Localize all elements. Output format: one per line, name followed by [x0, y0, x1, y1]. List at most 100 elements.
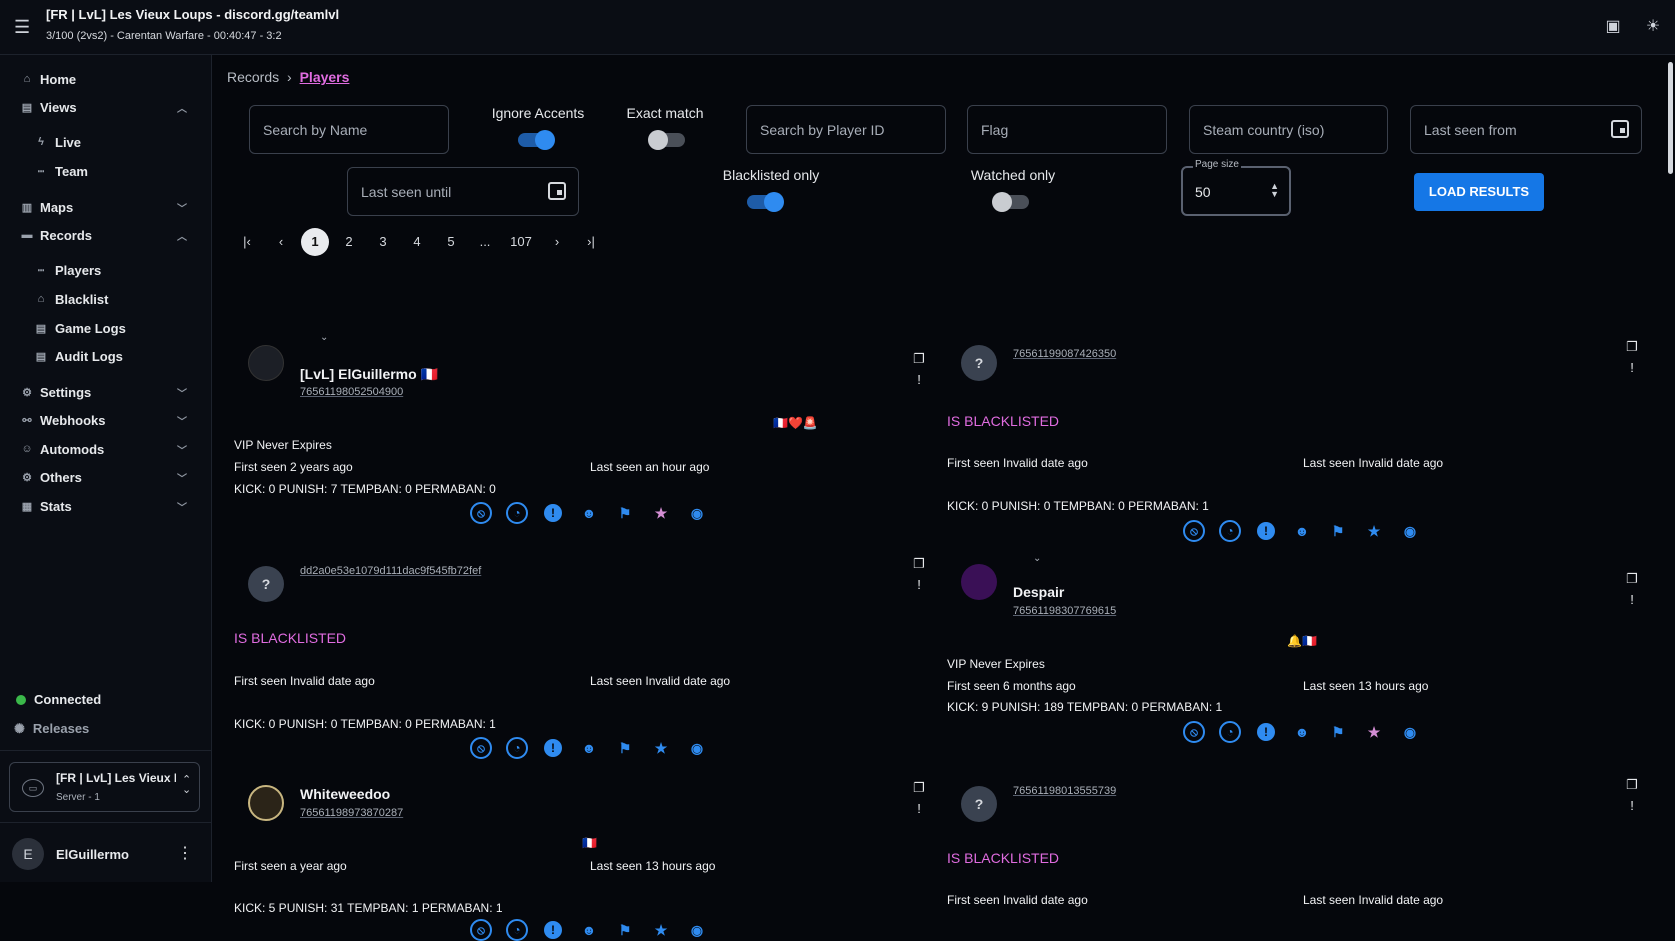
sidebar-item-players[interactable]: ⵈ Players: [0, 257, 212, 283]
copy-icon[interactable]: ❐: [912, 350, 926, 368]
avatar[interactable]: ?: [248, 566, 284, 602]
person-check-icon[interactable]: ☻: [1291, 721, 1313, 743]
clock-icon[interactable]: ◔: [506, 502, 528, 524]
player-id[interactable]: 76561199087426350: [1013, 348, 1116, 360]
fullscreen-icon[interactable]: ▣: [1603, 17, 1623, 37]
avatar[interactable]: [248, 345, 284, 381]
star-icon[interactable]: ★: [650, 502, 672, 524]
page-size-select[interactable]: Page size 50 ▲ ▼: [1181, 159, 1291, 216]
user-profile[interactable]: E ElGuillermo: [12, 838, 129, 870]
sidebar-item-automods[interactable]: ☺ Automods ﹀: [0, 436, 212, 462]
person-check-icon[interactable]: ☻: [1291, 520, 1313, 542]
block-icon[interactable]: ⦸: [470, 919, 492, 941]
more-vert-icon[interactable]: ⋮: [177, 846, 193, 862]
breadcrumb-players[interactable]: Players: [300, 69, 350, 85]
page-button[interactable]: 3: [366, 228, 400, 256]
player-id[interactable]: 76561198973870287: [300, 807, 403, 819]
eye-icon[interactable]: ◉: [1399, 520, 1421, 542]
flag-icon[interactable]: ⚑: [614, 737, 636, 759]
last-seen-from-input[interactable]: Last seen from: [1410, 105, 1642, 154]
alert-icon[interactable]: !: [1257, 723, 1275, 741]
copy-icon[interactable]: ❐: [912, 555, 926, 573]
avatar[interactable]: [248, 785, 284, 821]
eye-icon[interactable]: ◉: [686, 737, 708, 759]
last-page-icon[interactable]: ›|: [574, 228, 608, 256]
sidebar-item-others[interactable]: ⚙ Others ﹀: [0, 464, 212, 490]
comment-alert-icon[interactable]: !: [1625, 359, 1639, 377]
search-player-id-input[interactable]: Search by Player ID: [746, 105, 946, 154]
steam-country-input[interactable]: Steam country (iso): [1189, 105, 1388, 154]
ignore-accents-toggle[interactable]: [518, 130, 555, 150]
next-page-icon[interactable]: ›: [540, 228, 574, 256]
sidebar-item-stats[interactable]: ▦ Stats ﹀: [0, 493, 212, 519]
avatar[interactable]: ?: [961, 345, 997, 381]
sidebar-item-live[interactable]: ϟ Live: [0, 129, 212, 155]
copy-icon[interactable]: ❐: [1625, 570, 1639, 588]
chevron-down-icon[interactable]: ⌄: [1033, 553, 1041, 564]
flag-icon[interactable]: ⚑: [614, 502, 636, 524]
player-id[interactable]: dd2a0e53e1079d111dac9f545fb72fef: [300, 565, 481, 577]
sidebar-item-audit-logs[interactable]: ▤ Audit Logs: [0, 343, 212, 369]
eye-icon[interactable]: ◉: [686, 502, 708, 524]
sidebar-item-settings[interactable]: ⚙ Settings ﹀: [0, 379, 212, 405]
alert-icon[interactable]: !: [544, 504, 562, 522]
search-name-input[interactable]: Search by Name: [249, 105, 449, 154]
chevron-down-icon[interactable]: ⌄: [320, 332, 328, 343]
star-icon[interactable]: ★: [650, 919, 672, 941]
copy-icon[interactable]: ❐: [1625, 776, 1639, 794]
eye-icon[interactable]: ◉: [686, 919, 708, 941]
scrollbar[interactable]: [1668, 62, 1673, 174]
page-button[interactable]: 107: [502, 228, 540, 256]
block-icon[interactable]: ⦸: [1183, 520, 1205, 542]
sidebar-item-views[interactable]: ▤ Views ︿: [0, 94, 212, 120]
alert-icon[interactable]: !: [1257, 522, 1275, 540]
alert-icon[interactable]: !: [544, 739, 562, 757]
person-check-icon[interactable]: ☻: [578, 502, 600, 524]
clock-icon[interactable]: ◔: [1219, 520, 1241, 542]
eye-icon[interactable]: ◉: [1399, 721, 1421, 743]
server-switcher[interactable]: ▭ [FR | LvL] Les Vieux L Server - 1 ⌃ ⌄: [9, 762, 200, 812]
page-button[interactable]: 5: [434, 228, 468, 256]
flag-icon[interactable]: ⚑: [1327, 721, 1349, 743]
releases-link[interactable]: ✺ Releases: [14, 721, 97, 737]
page-button[interactable]: 4: [400, 228, 434, 256]
breadcrumb-records[interactable]: Records: [227, 69, 279, 85]
person-check-icon[interactable]: ☻: [578, 919, 600, 941]
watched-only-toggle[interactable]: [992, 192, 1029, 212]
block-icon[interactable]: ⦸: [470, 737, 492, 759]
first-page-icon[interactable]: |‹: [230, 228, 264, 256]
comment-alert-icon[interactable]: !: [1625, 797, 1639, 815]
block-icon[interactable]: ⦸: [470, 502, 492, 524]
comment-alert-icon[interactable]: !: [912, 371, 926, 389]
blacklisted-only-toggle[interactable]: [747, 192, 784, 212]
comment-alert-icon[interactable]: !: [1625, 591, 1639, 609]
load-results-button[interactable]: LOAD RESULTS: [1414, 173, 1544, 211]
flag-input[interactable]: Flag: [967, 105, 1167, 154]
star-icon[interactable]: ★: [1363, 520, 1385, 542]
alert-icon[interactable]: !: [544, 921, 562, 939]
person-check-icon[interactable]: ☻: [578, 737, 600, 759]
sidebar-item-webhooks[interactable]: ⚯ Webhooks ﹀: [0, 407, 212, 433]
star-icon[interactable]: ★: [650, 737, 672, 759]
comment-alert-icon[interactable]: !: [912, 576, 926, 594]
exact-match-toggle[interactable]: [648, 130, 685, 150]
theme-toggle-icon[interactable]: ☀: [1643, 17, 1663, 37]
prev-page-icon[interactable]: ‹: [264, 228, 298, 256]
calendar-icon[interactable]: [548, 182, 566, 200]
sidebar-item-blacklist[interactable]: ⌂ Blacklist: [0, 286, 212, 312]
last-seen-until-input[interactable]: Last seen until: [347, 167, 579, 216]
page-button[interactable]: 1: [301, 228, 329, 256]
clock-icon[interactable]: ◔: [1219, 721, 1241, 743]
calendar-icon[interactable]: [1611, 120, 1629, 138]
player-id[interactable]: 76561198307769615: [1013, 605, 1116, 617]
star-icon[interactable]: ★: [1363, 721, 1385, 743]
copy-icon[interactable]: ❐: [1625, 338, 1639, 356]
sidebar-item-records[interactable]: ▬ Records ︿: [0, 222, 212, 248]
page-button[interactable]: 2: [332, 228, 366, 256]
clock-icon[interactable]: ◔: [506, 919, 528, 941]
clock-icon[interactable]: ◔: [506, 737, 528, 759]
sidebar-item-game-logs[interactable]: ▤ Game Logs: [0, 315, 212, 341]
flag-icon[interactable]: ⚑: [614, 919, 636, 941]
sidebar-item-maps[interactable]: ▥ Maps ﹀: [0, 194, 212, 220]
player-id[interactable]: 76561198052504900: [300, 386, 403, 398]
